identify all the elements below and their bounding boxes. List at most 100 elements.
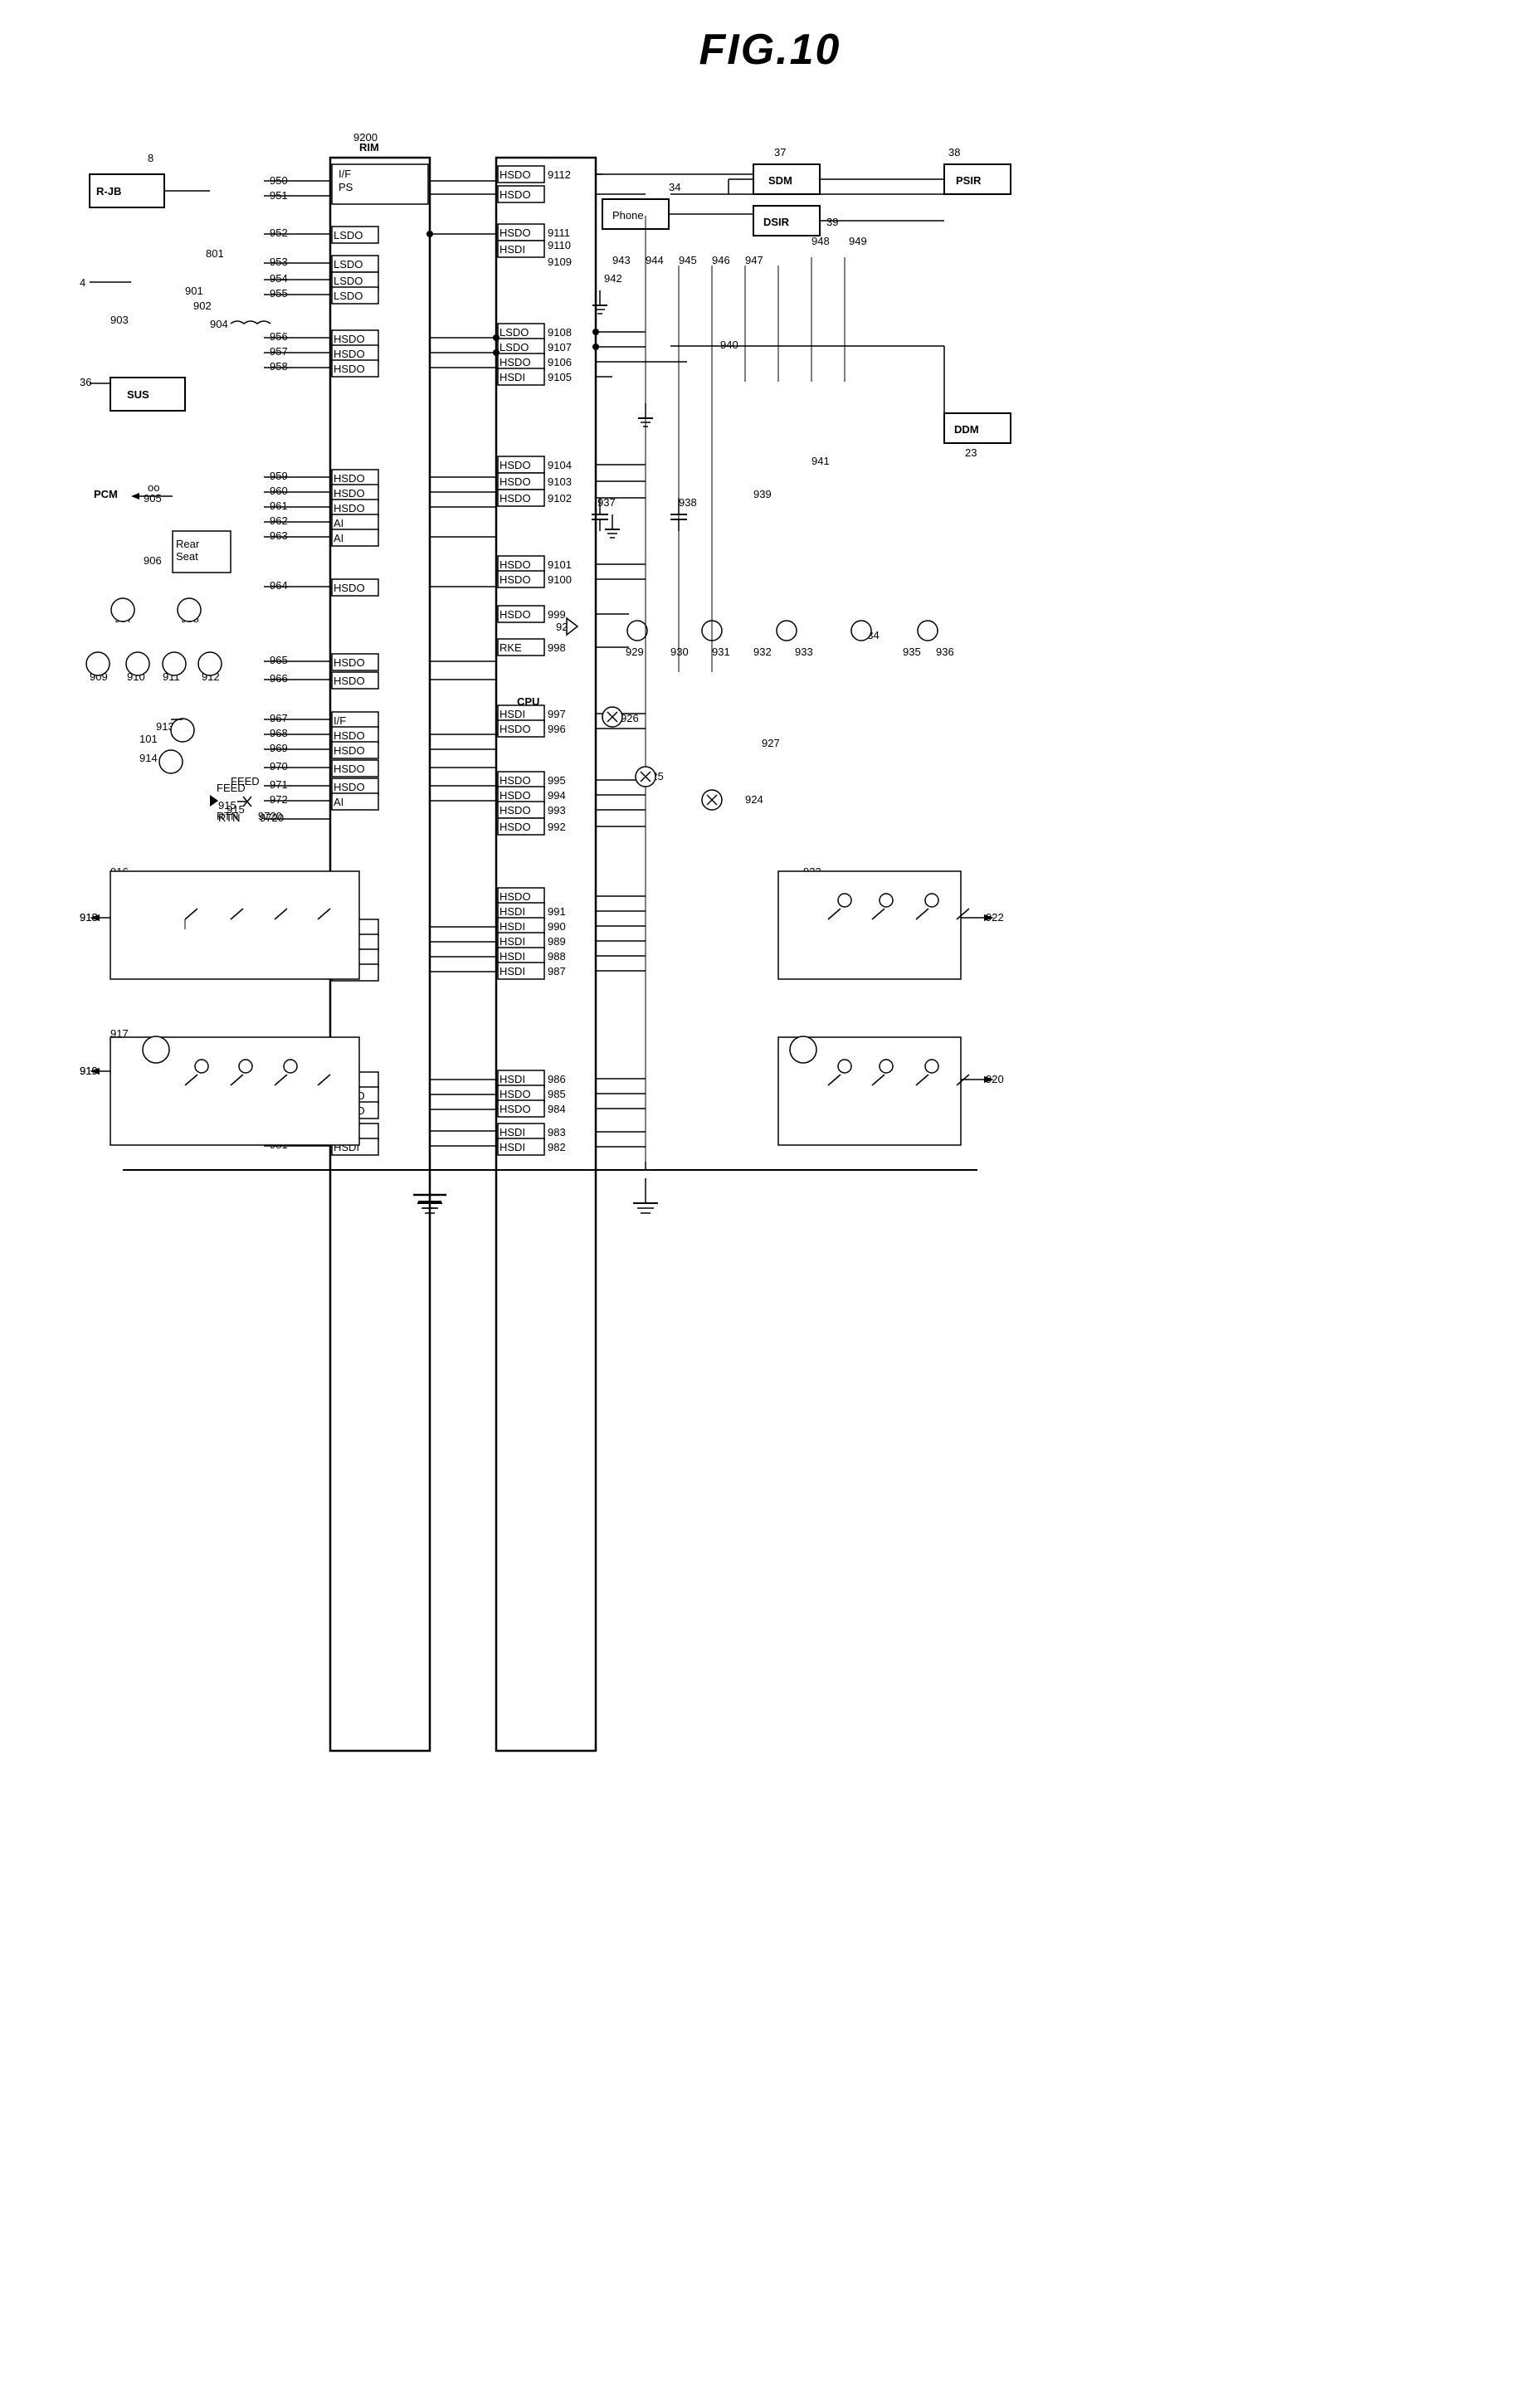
- svg-text:HSDO: HSDO: [334, 472, 365, 485]
- svg-text:945: 945: [679, 254, 697, 266]
- svg-text:HSDI: HSDI: [500, 965, 525, 977]
- svg-text:952: 952: [270, 227, 288, 239]
- svg-text:986: 986: [548, 1073, 566, 1085]
- svg-text:961: 961: [270, 500, 288, 512]
- svg-text:985: 985: [548, 1088, 566, 1100]
- svg-text:955: 955: [270, 287, 288, 300]
- svg-text:953: 953: [270, 256, 288, 268]
- svg-text:HSDO: HSDO: [500, 1103, 531, 1115]
- svg-text:971: 971: [270, 778, 288, 791]
- svg-text:HSDO: HSDO: [500, 558, 531, 571]
- svg-text:941: 941: [811, 455, 830, 467]
- svg-text:932: 932: [753, 646, 772, 658]
- page-title: FIG.10: [699, 25, 841, 75]
- svg-text:LSDO: LSDO: [500, 341, 529, 353]
- svg-text:SUS: SUS: [127, 388, 149, 401]
- svg-text:938: 938: [679, 496, 697, 509]
- svg-text:983: 983: [548, 1126, 566, 1138]
- svg-text:935: 935: [903, 646, 921, 658]
- svg-text:9104: 9104: [548, 459, 572, 471]
- svg-text:939: 939: [753, 488, 772, 500]
- svg-text:989: 989: [548, 935, 566, 948]
- svg-text:992: 992: [548, 821, 566, 833]
- svg-text:959: 959: [270, 470, 288, 482]
- svg-text:LSDO: LSDO: [334, 258, 363, 271]
- svg-text:9200: 9200: [353, 131, 378, 144]
- svg-text:HSDO: HSDO: [500, 573, 531, 586]
- svg-text:HSDO: HSDO: [500, 492, 531, 504]
- svg-text:931: 931: [712, 646, 730, 658]
- svg-text:997: 997: [548, 708, 566, 720]
- svg-text:991: 991: [548, 905, 566, 918]
- svg-text:HSDO: HSDO: [500, 821, 531, 833]
- svg-text:DDM: DDM: [954, 423, 979, 436]
- svg-text:8: 8: [148, 152, 154, 164]
- svg-text:968: 968: [270, 727, 288, 739]
- svg-text:936: 936: [936, 646, 954, 658]
- svg-text:906: 906: [144, 554, 162, 567]
- svg-text:HSDO: HSDO: [500, 789, 531, 802]
- svg-text:HSDO: HSDO: [500, 804, 531, 816]
- svg-text:933: 933: [795, 646, 813, 658]
- svg-text:9102: 9102: [548, 492, 572, 504]
- svg-text:956: 956: [270, 330, 288, 343]
- svg-text:HSDO: HSDO: [334, 502, 365, 514]
- svg-text:996: 996: [548, 723, 566, 735]
- svg-text:HSDI: HSDI: [500, 920, 525, 933]
- svg-text:948: 948: [811, 235, 830, 247]
- svg-text:962: 962: [270, 514, 288, 527]
- svg-text:HSDO: HSDO: [500, 459, 531, 471]
- svg-text:HSDO: HSDO: [500, 356, 531, 368]
- svg-text:988: 988: [548, 950, 566, 963]
- svg-text:995: 995: [548, 774, 566, 787]
- svg-text:949: 949: [849, 235, 867, 247]
- svg-text:902: 902: [193, 300, 212, 312]
- svg-text:HSDO: HSDO: [500, 890, 531, 903]
- svg-text:HSDO: HSDO: [500, 475, 531, 488]
- svg-text:9105: 9105: [548, 371, 572, 383]
- svg-text:998: 998: [548, 641, 566, 654]
- svg-text:HSDI: HSDI: [500, 243, 525, 256]
- svg-text:AI: AI: [334, 796, 344, 808]
- svg-text:943: 943: [612, 254, 631, 266]
- svg-text:HSDO: HSDO: [334, 781, 365, 793]
- svg-text:969: 969: [270, 742, 288, 754]
- svg-text:LSDO: LSDO: [334, 290, 363, 302]
- svg-text:903: 903: [110, 314, 129, 326]
- svg-text:9101: 9101: [548, 558, 572, 571]
- svg-text:982: 982: [548, 1141, 566, 1153]
- svg-text:39: 39: [826, 216, 838, 228]
- svg-text:RKE: RKE: [500, 641, 522, 654]
- svg-text:HSDO: HSDO: [500, 188, 531, 201]
- svg-text:9106: 9106: [548, 356, 572, 368]
- svg-text:9112: 9112: [548, 168, 571, 181]
- svg-text:HSDO: HSDO: [334, 744, 365, 757]
- svg-text:36: 36: [80, 376, 91, 388]
- svg-text:HSDO: HSDO: [500, 1088, 531, 1100]
- svg-text:990: 990: [548, 920, 566, 933]
- svg-text:PS: PS: [339, 181, 353, 193]
- svg-text:9107: 9107: [548, 341, 572, 353]
- svg-text:954: 954: [270, 272, 288, 285]
- svg-text:914: 914: [139, 752, 158, 764]
- svg-text:9109: 9109: [548, 256, 572, 268]
- svg-text:HSDO: HSDO: [500, 774, 531, 787]
- svg-text:AI: AI: [334, 532, 344, 544]
- svg-text:964: 964: [270, 579, 288, 592]
- svg-text:LSDO: LSDO: [500, 326, 529, 339]
- svg-text:942: 942: [604, 272, 622, 285]
- svg-text:37: 37: [774, 146, 786, 158]
- svg-text:HSDO: HSDO: [334, 729, 365, 742]
- svg-text:PCM: PCM: [94, 488, 118, 500]
- svg-text:HSDO: HSDO: [334, 333, 365, 345]
- svg-text:FEED: FEED: [217, 782, 246, 794]
- svg-text:HSDI: HSDI: [500, 1141, 525, 1153]
- svg-text:HSDO: HSDO: [334, 656, 365, 669]
- svg-text:HSDO: HSDO: [500, 168, 531, 181]
- svg-text:101: 101: [139, 733, 158, 745]
- page: FIG.10 RIM 9200 I/F PS CPU R-JB 8 4: [0, 0, 1540, 2403]
- svg-text:957: 957: [270, 345, 288, 358]
- svg-text:SDM: SDM: [768, 174, 792, 187]
- svg-text:958: 958: [270, 360, 288, 373]
- svg-text:HSDI: HSDI: [500, 371, 525, 383]
